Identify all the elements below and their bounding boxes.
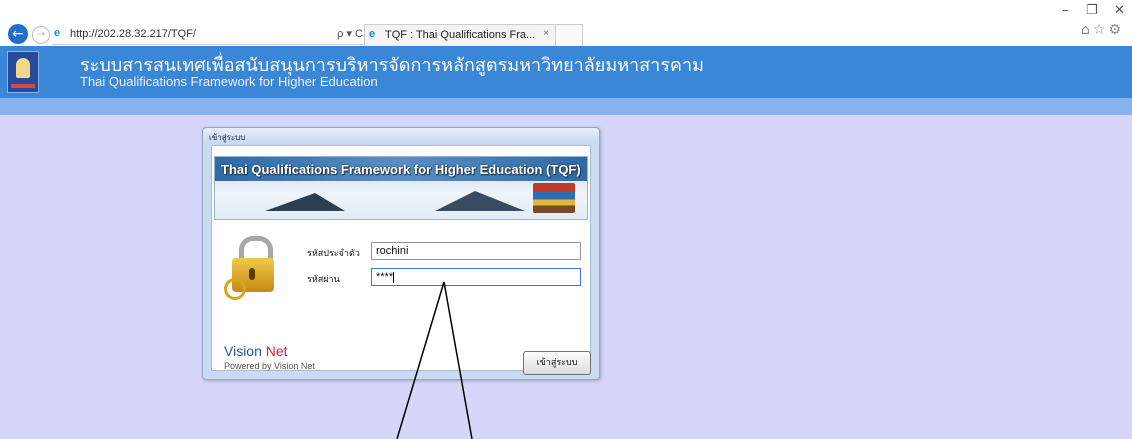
banner-text: Thai Qualifications Framework for Higher… — [221, 162, 581, 177]
tqf-banner: Thai Qualifications Framework for Higher… — [214, 156, 588, 220]
address-url: http://202.28.32.217/TQF/ — [70, 28, 196, 40]
text-caret — [393, 271, 395, 283]
browser-toolbar-icons[interactable]: ⌂☆⚙ — [1081, 22, 1124, 38]
ie-page-icon: e — [54, 27, 61, 39]
password-value: **** — [376, 271, 394, 283]
new-tab-button[interactable] — [555, 24, 583, 46]
books-graphic — [533, 183, 575, 213]
address-bar[interactable]: e http://202.28.32.217/TQF/ ρ ▾ C — [52, 24, 363, 45]
tab-close-icon[interactable]: × — [543, 28, 549, 39]
password-label: รหัสผ่าน — [307, 275, 340, 285]
vision-net-logo: Vision Net — [224, 343, 288, 359]
browser-chrome: ← → e http://202.28.32.217/TQF/ ρ ▾ C e … — [0, 0, 1132, 46]
university-logo — [7, 51, 39, 93]
close-window-icon[interactable]: ✕ — [1114, 3, 1125, 18]
address-tools[interactable]: ρ ▾ C — [337, 27, 363, 40]
powered-by-text: Powered by Vision Net — [224, 361, 315, 371]
header-subbar — [0, 98, 1132, 115]
padlock-icon — [224, 236, 276, 300]
tab-favicon-icon: e — [369, 28, 376, 40]
login-window: เข้าสู่ระบบ Thai Qualifications Framewor… — [202, 127, 600, 380]
username-label: รหัสประจำตัว — [307, 249, 360, 259]
tab-title: TQF : Thai Qualifications Fra... — [385, 29, 536, 41]
laptop-graphic — [265, 193, 345, 211]
header-subtitle: Thai Qualifications Framework for Higher… — [80, 74, 378, 89]
forward-arrow-icon[interactable]: → — [32, 26, 50, 44]
password-field[interactable]: **** — [371, 268, 581, 286]
browser-tab[interactable]: e TQF : Thai Qualifications Fra... × — [364, 24, 556, 46]
login-window-title: เข้าสู่ระบบ — [209, 133, 246, 142]
login-panel: Thai Qualifications Framework for Higher… — [211, 145, 591, 375]
restore-icon[interactable]: ❐ — [1086, 3, 1098, 18]
back-arrow-icon[interactable]: ← — [8, 24, 28, 44]
minimize-icon[interactable]: – — [1062, 3, 1069, 18]
laptop-graphic — [435, 191, 525, 211]
site-header: ระบบสารสนเทศเพื่อสนับสนุนการบริหารจัดการ… — [0, 46, 1132, 98]
login-window-titlebar[interactable] — [203, 128, 599, 142]
login-button[interactable]: เข้าสู่ระบบ — [523, 351, 591, 375]
username-field[interactable]: rochini — [371, 242, 581, 260]
